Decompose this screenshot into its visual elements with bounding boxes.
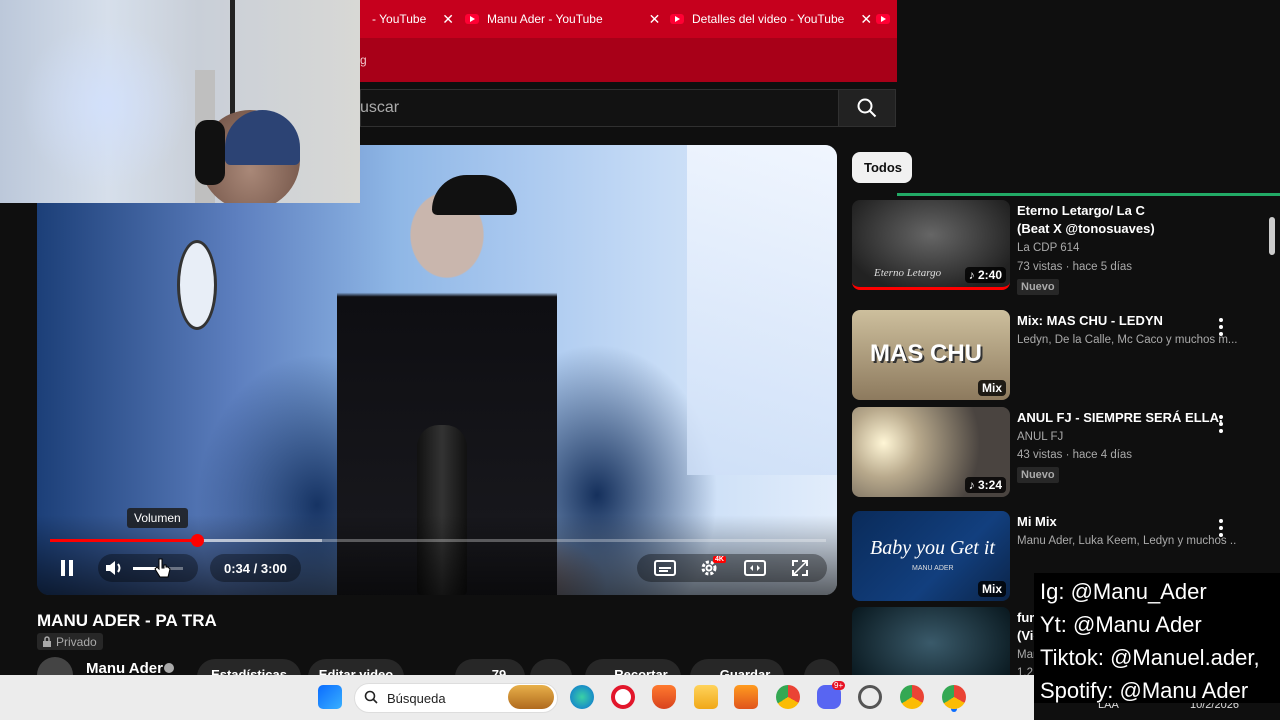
recommendation-item[interactable]: MAS CHU Mix Mix: MAS CHU - LEDYN Ledyn, … [852,310,1280,405]
hand-cursor-icon [154,558,171,578]
duration-badge: ♪ 2:40 [964,267,1006,283]
address-bar-text: g [360,53,367,67]
search-placeholder: uscar [360,99,400,116]
subtitles-button[interactable] [653,555,677,581]
verified-icon [164,663,174,673]
video-thumbnail[interactable] [852,607,1010,675]
fullscreen-button[interactable] [788,555,812,581]
tab-title: Manu Ader - YouTube [487,12,603,26]
chrome-profile-icon[interactable] [900,685,924,709]
webcam-light [20,20,190,190]
video-title-line2: (Beat X @tonosuaves) [1017,221,1155,236]
video-player[interactable]: Volumen 0:34 / 3:00 4K [37,145,837,595]
browser-tab[interactable] [876,6,898,32]
edge-icon[interactable] [570,685,594,709]
search-button[interactable] [838,89,896,127]
browser-tab[interactable]: Detalles del video - YouTube ✕ [670,6,872,32]
fl-studio-icon[interactable] [734,685,758,709]
thumbnail-text: MAS CHU [870,340,982,367]
duration-badge: ♪ 3:24 [964,477,1006,493]
browser-tab[interactable]: Manu Ader - YouTube ✕ [465,6,660,32]
opera-icon[interactable] [611,685,635,709]
privacy-badge: Privado [37,633,103,650]
video-scene-window [687,145,837,475]
tab-close-icon[interactable]: ✕ [649,11,661,28]
video-thumbnail[interactable]: MAS CHU Mix [852,310,1010,400]
windows-start-icon[interactable] [318,685,342,709]
youtube-favicon-icon [465,14,479,24]
video-scene-mirror [177,240,217,330]
spotify-handle: Spotify: @Manu Ader [1040,678,1249,703]
video-title: Eterno Letargo/ La C [1017,203,1145,218]
volume-tooltip: Volumen [127,508,188,528]
channel-name[interactable]: Manu Ader, Luka Keem, Ledyn y muchos ... [1017,535,1237,547]
youtube-favicon-icon [876,14,890,24]
quality-badge: 4K [713,556,726,563]
sidebar-scrollbar[interactable] [1269,217,1275,255]
new-badge: Nuevo [1017,279,1059,295]
video-title: Mix: MAS CHU - LEDYN [1017,313,1163,328]
youtube-handle: Yt: @Manu Ader [1040,612,1202,637]
social-handles-overlay: Ig: @Manu_Ader Yt: @Manu Ader Tiktok: @M… [1034,573,1280,703]
more-options-icon[interactable] [1219,519,1223,537]
mute-button[interactable] [103,555,127,581]
channel-name[interactable]: La CDP 614 [1017,242,1237,254]
theater-icon [744,560,766,576]
webcam-headphones [195,120,225,185]
video-title: Mi Mix [1017,514,1057,529]
video-thumbnail[interactable]: Eterno Letargo ♪ 2:40 [852,200,1010,290]
screen: - YouTube ✕ Manu Ader - YouTube ✕ Detall… [0,0,1280,720]
video-meta: 73 vistas · hace 5 días [1017,261,1133,273]
youtube-favicon-icon [670,14,684,24]
file-explorer-icon[interactable] [694,685,718,709]
progress-played [50,539,197,542]
search-icon [364,690,378,704]
video-thumbnail[interactable]: Baby you Get it MANU ADER Mix [852,511,1010,601]
tab-title: - YouTube [372,12,427,26]
mix-badge: Mix [977,581,1006,597]
new-badge: Nuevo [1017,467,1059,483]
thumbnail-subtext: MANU ADER [912,565,954,572]
discord-notification-badge: 9+ [832,681,846,690]
chrome-icon[interactable] [776,685,800,709]
settings-icon[interactable] [858,685,882,709]
tiktok-handle: Tiktok: @Manuel.ader, [1040,645,1260,670]
pause-button[interactable] [55,555,79,581]
video-meta: 43 vistas · hace 4 días [1017,449,1133,461]
video-title: ANUL FJ - SIEMPRE SERÁ ELLA. [1017,410,1223,425]
more-options-icon[interactable] [1219,318,1223,336]
privacy-label: Privado [56,634,97,649]
tab-close-icon[interactable]: ✕ [860,11,872,28]
tab-title: Detalles del video - YouTube [692,12,845,26]
subtitles-icon [654,560,676,576]
thumbnail-text: Baby you Get it [870,537,995,559]
lock-icon [43,636,51,647]
fullscreen-icon [792,560,808,576]
channel-name[interactable]: Ledyn, De la Calle, Mc Caco y muchos m..… [1017,334,1237,346]
filter-chip-all[interactable]: Todos [852,152,912,183]
taskbar-search-label: Búsqueda [387,690,446,706]
recommendation-item[interactable]: ♪ 3:24 ANUL FJ - SIEMPRE SERÁ ELLA. ANUL… [852,407,1280,502]
chrome-active-icon[interactable] [942,685,966,709]
desert-widget-icon[interactable] [508,685,554,709]
video-thumbnail[interactable]: ♪ 3:24 [852,407,1010,497]
progress-scrubber[interactable] [191,534,204,547]
recommendation-item[interactable]: Eterno Letargo ♪ 2:40 Eterno Letargo/ La… [852,200,1280,295]
volume-icon [106,561,121,575]
video-title: MANU ADER - PA TRA [37,611,217,630]
channel-name[interactable]: ANUL FJ [1017,431,1237,443]
mix-badge: Mix [977,380,1006,396]
brave-icon[interactable] [652,685,676,709]
browser-tab[interactable]: - YouTube ✕ [372,6,454,32]
theater-mode-button[interactable] [743,555,767,581]
instagram-handle: Ig: @Manu_Ader [1040,579,1207,604]
more-options-icon[interactable] [1219,415,1223,433]
tab-close-icon[interactable]: ✕ [442,11,454,28]
pause-icon [61,560,73,576]
webcam-overlay [0,0,360,203]
time-display: 0:34 / 3:00 [210,554,301,582]
search-icon [857,98,877,118]
search-input[interactable] [360,89,838,127]
thumbnail-text: Eterno Letargo [874,267,942,279]
